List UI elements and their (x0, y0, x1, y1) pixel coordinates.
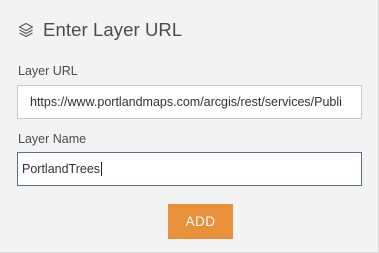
layer-url-label: Layer URL (18, 64, 78, 78)
text-cursor (101, 162, 103, 176)
layer-url-value: https://www.portlandmaps.com/arcgis/rest… (30, 95, 342, 109)
enter-layer-url-panel: Enter Layer URL Layer URL https://www.po… (0, 0, 379, 253)
layer-name-label: Layer Name (18, 132, 87, 146)
layer-url-input[interactable]: https://www.portlandmaps.com/arcgis/rest… (17, 85, 362, 119)
panel-title: Enter Layer URL (43, 19, 183, 40)
layer-name-input[interactable]: PortlandTrees (17, 152, 362, 186)
panel-header: Enter Layer URL (17, 18, 182, 42)
layer-name-value: PortlandTrees (22, 162, 101, 176)
add-button[interactable]: ADD (168, 204, 233, 239)
layers-icon (17, 21, 35, 39)
